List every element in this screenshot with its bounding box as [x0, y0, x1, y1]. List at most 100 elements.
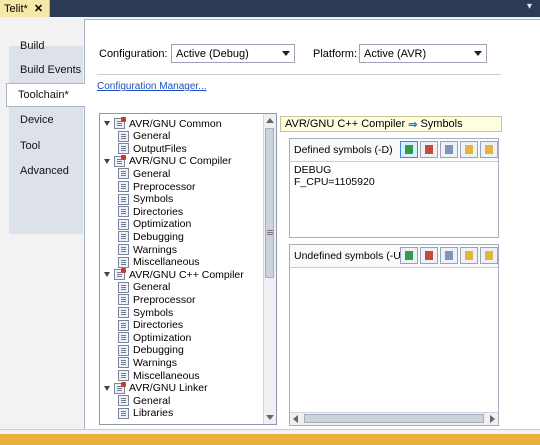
tree-item[interactable]: Debugging	[118, 344, 184, 357]
configuration-value: Active (Debug)	[176, 47, 249, 60]
tree-group[interactable]: AVR/GNU Linker	[104, 381, 208, 395]
sidebar-item-label: Advanced	[20, 165, 69, 177]
move-down-icon[interactable]	[480, 247, 498, 264]
tree-item-label: Miscellaneous	[133, 256, 200, 269]
scroll-left-icon[interactable]	[293, 415, 298, 423]
tree-item[interactable]: General	[118, 394, 170, 407]
settings-page-icon	[118, 407, 129, 419]
tree-item[interactable]: Directories	[118, 205, 183, 218]
defined-symbols-title: Defined symbols (-D)	[294, 144, 393, 156]
defined-symbols-header: Defined symbols (-D)	[290, 139, 498, 162]
edit-symbol-icon[interactable]	[440, 141, 458, 158]
expand-triangle-icon[interactable]	[104, 272, 110, 278]
tree-item-label: Warnings	[133, 243, 177, 256]
tab-list-dropdown-icon[interactable]: ▾	[527, 1, 532, 12]
tree-item-label: Libraries	[133, 407, 174, 420]
sidebar-item-tool[interactable]: Tool	[9, 134, 84, 158]
scrollbar-thumb[interactable]	[265, 128, 274, 278]
sidebar-item-build[interactable]: Build	[9, 34, 84, 58]
settings-page-icon	[118, 168, 129, 180]
tree-item-label: Preprocessor	[133, 180, 196, 193]
expand-triangle-icon[interactable]	[104, 385, 110, 391]
tree-item-label: Debugging	[133, 344, 184, 357]
scroll-right-icon[interactable]	[490, 415, 495, 423]
scroll-down-icon[interactable]	[266, 415, 274, 420]
tree-item[interactable]: General	[118, 281, 170, 294]
move-up-icon[interactable]	[460, 247, 478, 264]
list-item[interactable]: F_CPU=1105920	[294, 176, 375, 188]
settings-page-icon	[118, 130, 129, 142]
tree-item[interactable]: Miscellaneous	[118, 369, 200, 382]
tree-item[interactable]: General	[118, 167, 170, 180]
settings-page-icon	[118, 206, 129, 218]
move-up-icon[interactable]	[460, 141, 478, 158]
sidebar-item-toolchain[interactable]: Toolchain*	[6, 83, 85, 107]
tree-item[interactable]: OutputFiles	[118, 142, 187, 155]
tree-item[interactable]: Optimization	[118, 218, 191, 231]
sidebar-item-build-events[interactable]: Build Events	[9, 58, 84, 82]
settings-page-icon	[118, 332, 129, 344]
expand-triangle-icon[interactable]	[104, 121, 110, 126]
tree-group[interactable]: AVR/GNU C++ Compiler	[104, 268, 244, 281]
list-item[interactable]: DEBUG	[294, 164, 331, 176]
tree-group[interactable]: AVR/GNU C Compiler	[104, 154, 232, 168]
tree-item[interactable]: Debugging	[118, 230, 184, 243]
status-strip	[0, 434, 540, 445]
tree-item-label: Symbols	[133, 306, 174, 319]
tree-item-label: General	[133, 130, 171, 143]
sidebar-item-advanced[interactable]: Advanced	[9, 159, 84, 183]
tree-item-label: Directories	[133, 319, 184, 332]
settings-page-icon	[118, 193, 129, 205]
tree-item[interactable]: Libraries	[118, 407, 173, 420]
chevron-down-icon	[474, 51, 482, 56]
configuration-manager-link[interactable]: Configuration Manager...	[97, 81, 207, 92]
tree-item-label: Optimization	[133, 331, 192, 344]
breadcrumb-compiler: AVR/GNU C++ Compiler	[285, 118, 406, 130]
scroll-up-icon[interactable]	[266, 118, 274, 123]
tree-item[interactable]: Preprocessor	[118, 293, 195, 306]
settings-page-icon	[118, 244, 129, 255]
sidebar-item-label: Build Events	[20, 64, 82, 76]
document-tab-title: Telit*	[4, 2, 28, 15]
close-icon[interactable]: ✕	[34, 2, 43, 15]
chevron-down-icon	[282, 51, 290, 56]
tree-item[interactable]: Directories	[118, 319, 183, 332]
settings-page-icon	[118, 256, 129, 268]
arrow-right-icon: ⇒	[408, 118, 418, 131]
tree-item-label: Preprocessor	[133, 293, 196, 306]
sidebar: Build Build Events Toolchain* Device Too…	[0, 17, 85, 429]
tree-item[interactable]: General	[118, 130, 170, 143]
add-symbol-icon[interactable]	[400, 247, 418, 264]
delete-symbol-icon[interactable]	[420, 141, 438, 158]
add-symbol-icon[interactable]	[400, 141, 418, 158]
tree-item[interactable]: Symbols	[118, 193, 173, 206]
platform-select[interactable]: Active (AVR)	[359, 44, 487, 63]
settings-page-icon	[118, 181, 129, 192]
sidebar-item-device[interactable]: Device	[9, 108, 84, 132]
scrollbar-thumb[interactable]	[304, 414, 484, 423]
configuration-select[interactable]: Active (Debug)	[171, 44, 295, 63]
defined-symbols-group: Defined symbols (-D) DEBUG F_CPU=1105920	[289, 138, 499, 238]
tree-item-label: General	[133, 281, 171, 294]
document-tab[interactable]: Telit* ✕	[0, 0, 50, 17]
tree-item-label: Debugging	[133, 230, 184, 243]
move-down-icon[interactable]	[480, 141, 498, 158]
tree-item-label: Directories	[133, 205, 184, 218]
expand-triangle-icon[interactable]	[104, 158, 110, 164]
grip-icon	[267, 234, 273, 235]
settings-group-icon	[114, 117, 126, 129]
tree-item-label: AVR/GNU C++ Compiler	[129, 268, 244, 281]
tree-item[interactable]: Preprocessor	[118, 180, 195, 193]
tree-group[interactable]: AVR/GNU Common	[104, 117, 222, 130]
tree-item[interactable]: Warnings	[118, 356, 177, 369]
tree-item[interactable]: Miscellaneous	[118, 256, 200, 269]
delete-symbol-icon[interactable]	[420, 247, 438, 264]
sidebar-item-label: Device	[20, 114, 54, 126]
tree-item-label: Optimization	[133, 218, 192, 231]
edit-symbol-icon[interactable]	[440, 247, 458, 264]
tree-item[interactable]: Symbols	[118, 306, 173, 319]
symbols-hscrollbar[interactable]	[290, 412, 498, 425]
tree-scrollbar[interactable]	[263, 114, 276, 424]
tree-item[interactable]: Warnings	[118, 243, 177, 256]
tree-item[interactable]: Optimization	[118, 331, 191, 344]
